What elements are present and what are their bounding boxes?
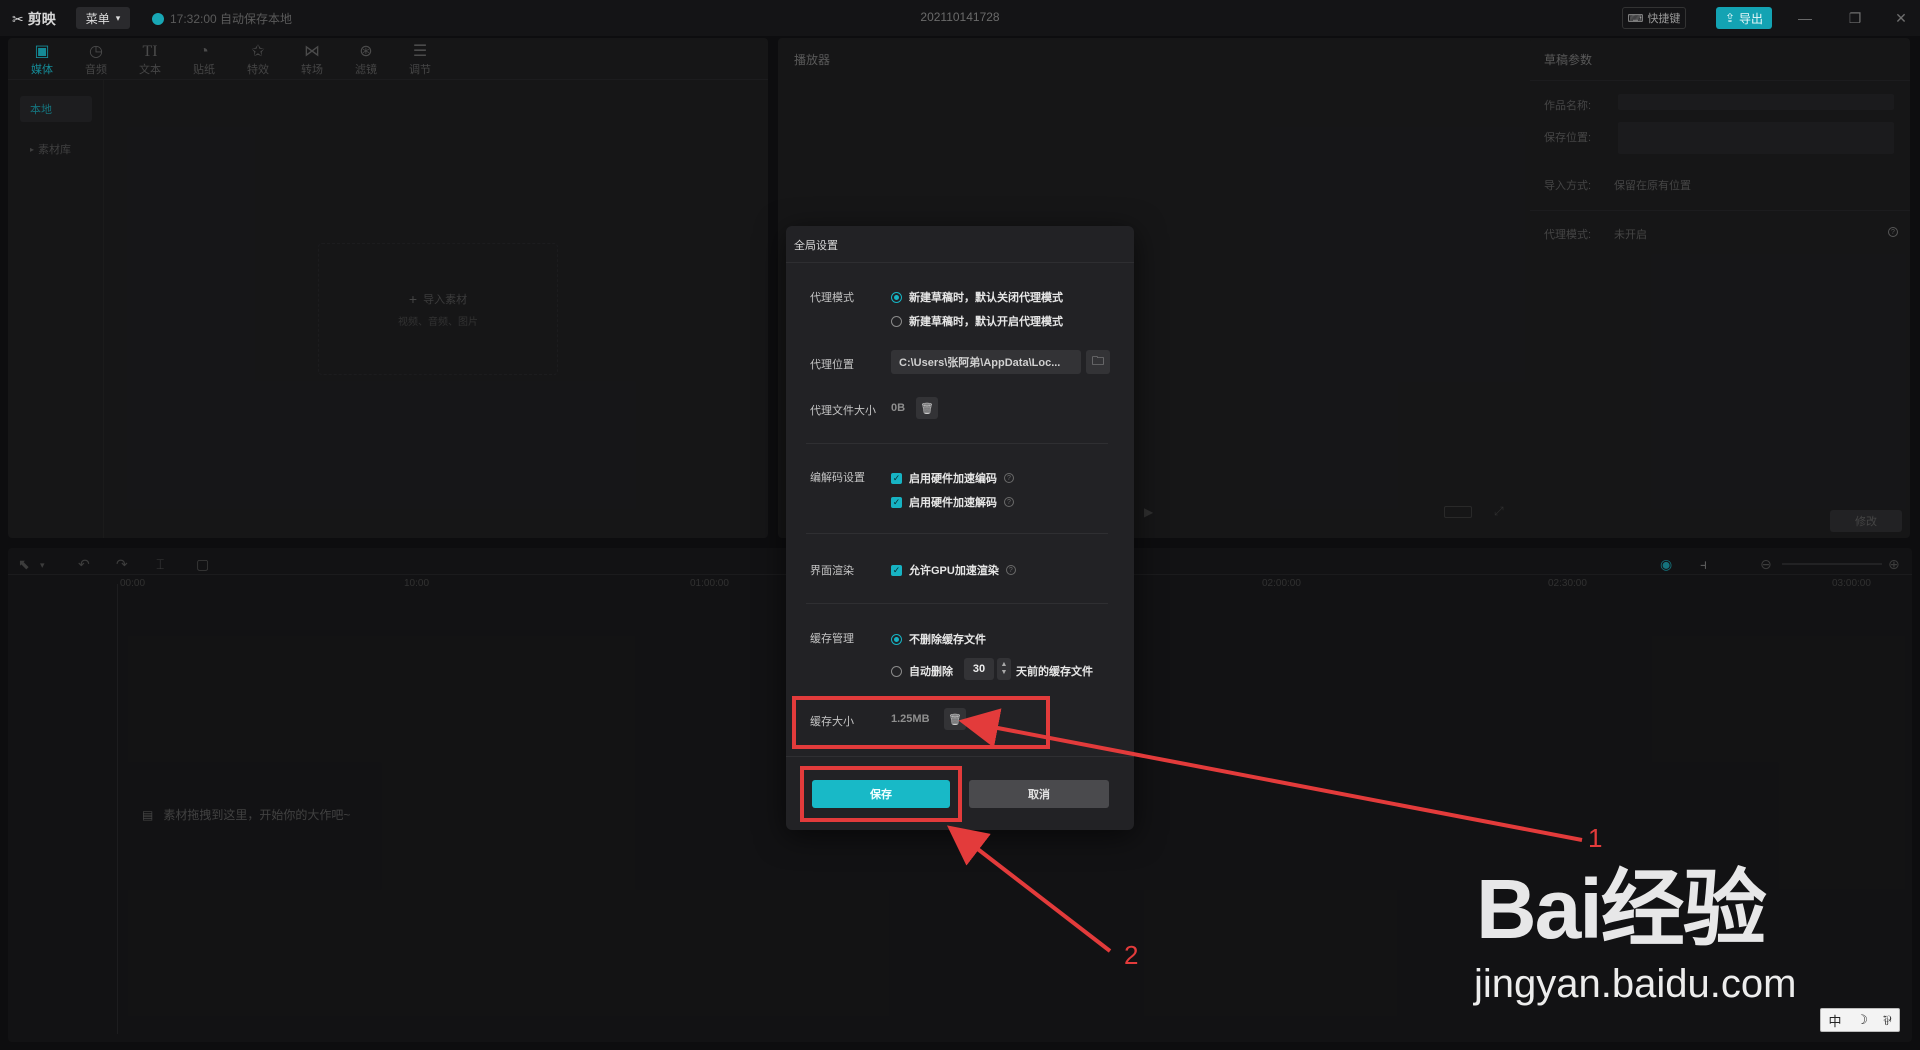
ime-toolbar[interactable]: 中 ☽ ⅌ [1820,1008,1900,1032]
annotation-number-2: 2 [1124,940,1139,970]
ime-settings-icon[interactable]: ⅌ [1883,1011,1892,1029]
baidu-watermark-logo: Bai经验 [1476,862,1767,956]
moon-icon[interactable]: ☽ [1856,1012,1868,1028]
ime-mode[interactable]: 中 [1828,1011,1841,1030]
baidu-watermark-url: jingyan.baidu.com [1474,962,1797,1006]
arrow-1 [958,708,1583,842]
arrow-2 [946,825,1112,953]
